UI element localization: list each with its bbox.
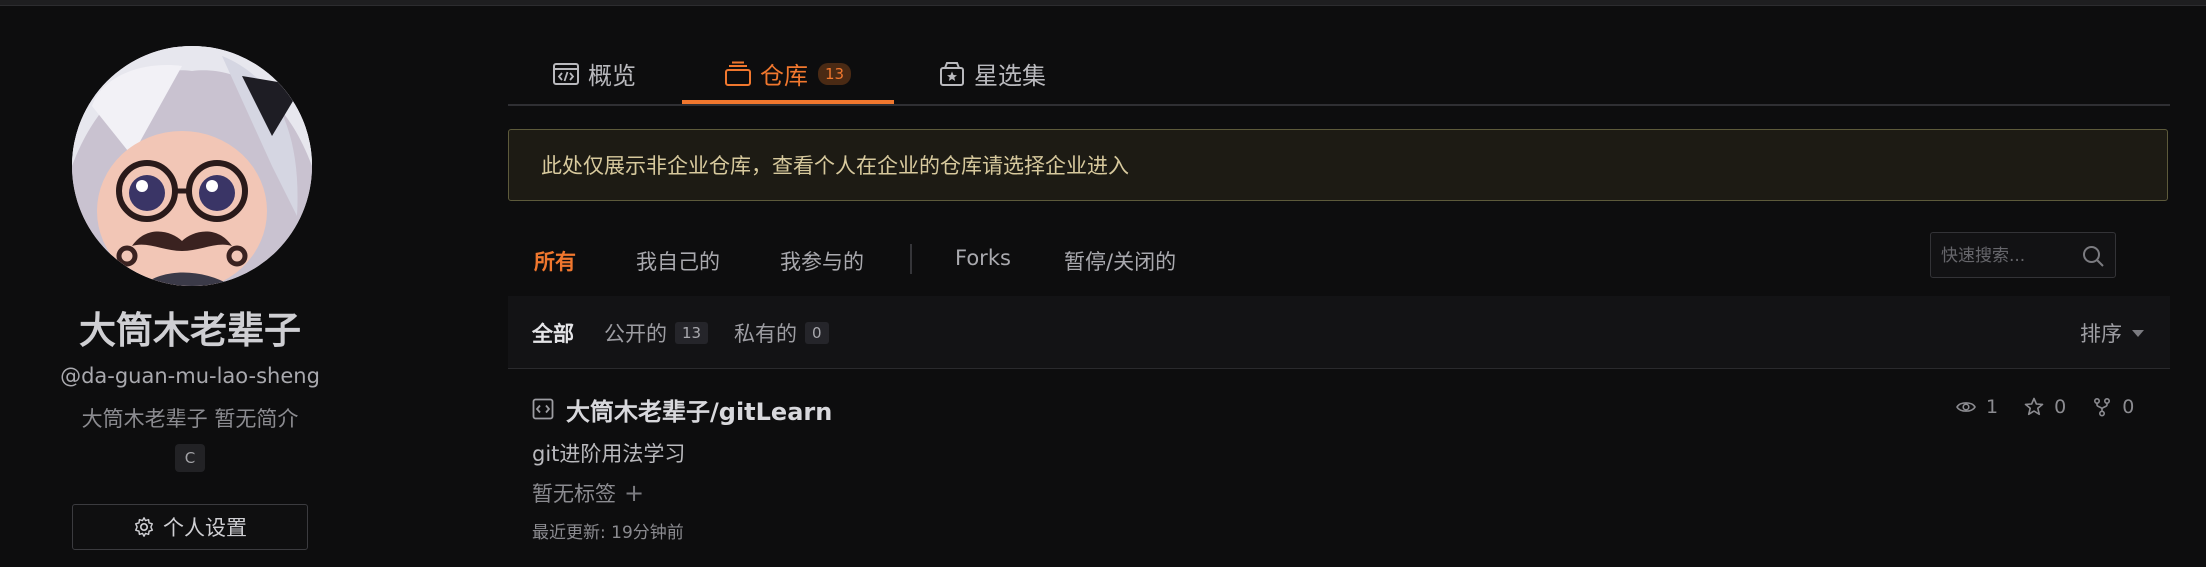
repo-code-icon <box>532 398 554 420</box>
user-handle: @da-guan-mu-lao-sheng <box>60 364 320 388</box>
visibility-all[interactable]: 全部 <box>532 318 574 348</box>
watchers-count: 1 <box>1986 396 1999 418</box>
fork-icon <box>2094 397 2111 417</box>
forks-stat[interactable]: 0 <box>2092 396 2134 418</box>
star-icon <box>2024 397 2044 416</box>
repo-list-item: 大筒木老辈子/gitLearn git进阶用法学习 暂无标签 + 最近更新: 1… <box>508 368 2170 567</box>
stars-stat[interactable]: 0 <box>2024 396 2066 418</box>
visibility-private[interactable]: 私有的 0 <box>734 318 829 348</box>
repo-filter-bar: 所有 我自己的 我参与的 Forks 暂停/关闭的 <box>508 232 2170 297</box>
visibility-public-label: 公开的 <box>604 322 667 346</box>
language-badge[interactable]: C <box>175 444 205 472</box>
eye-icon <box>1956 402 1976 412</box>
quick-search-input[interactable] <box>1931 233 2093 279</box>
filter-divider <box>910 244 912 274</box>
public-count-badge: 13 <box>675 322 709 344</box>
repo-description: git进阶用法学习 <box>532 442 686 466</box>
private-count-badge: 0 <box>805 322 829 344</box>
repo-tags: 暂无标签 + <box>532 478 644 508</box>
tab-starred-collections[interactable]: 星选集 <box>938 56 1046 91</box>
user-bio: 大筒木老辈子 暂无简介 <box>81 407 299 431</box>
filter-all[interactable]: 所有 <box>534 246 576 276</box>
search-icon[interactable] <box>2081 244 2105 268</box>
filter-participated[interactable]: 我参与的 <box>780 246 864 276</box>
profile-tabs: 概览 仓库 13 星选集 <box>508 40 2170 106</box>
repo-stack-icon <box>725 61 751 86</box>
top-divider <box>0 0 2206 6</box>
quick-search-box <box>1930 232 2116 279</box>
filter-forks[interactable]: Forks <box>955 246 1011 270</box>
sort-label: 排序 <box>2080 322 2122 346</box>
personal-settings-button[interactable]: 个人设置 <box>72 504 308 550</box>
add-tag-icon[interactable]: + <box>624 479 644 507</box>
visibility-filter-bar: 全部 公开的 13 私有的 0 排序 <box>508 296 2170 369</box>
enterprise-notice: 此处仅展示非企业仓库，查看个人在企业的仓库请选择企业进入 <box>508 129 2168 201</box>
enterprise-notice-text: 此处仅展示非企业仓库，查看个人在企业的仓库请选择企业进入 <box>541 154 1129 178</box>
code-window-icon <box>553 62 579 85</box>
star-box-icon <box>940 61 964 86</box>
visibility-public[interactable]: 公开的 13 <box>604 318 709 348</box>
filter-paused-closed[interactable]: 暂停/关闭的 <box>1064 246 1176 276</box>
repo-last-updated: 最近更新: 19分钟前 <box>532 523 684 543</box>
user-display-name: 大筒木老辈子 <box>79 309 301 352</box>
repo-tags-empty-text: 暂无标签 <box>532 482 616 506</box>
gear-icon <box>135 517 153 537</box>
stars-count: 0 <box>2054 396 2067 418</box>
chevron-down-icon <box>2132 329 2144 337</box>
forks-count: 0 <box>2122 396 2135 418</box>
repo-stats: 1 0 0 <box>1956 396 2134 418</box>
avatar-image <box>72 46 312 286</box>
tab-repositories[interactable]: 仓库 13 <box>724 56 852 91</box>
watchers-stat[interactable]: 1 <box>1956 396 1998 418</box>
tab-overview-label: 概览 <box>588 62 636 90</box>
visibility-all-label: 全部 <box>532 322 574 346</box>
visibility-private-label: 私有的 <box>734 322 797 346</box>
active-tab-indicator <box>682 100 894 104</box>
tab-repositories-label: 仓库 <box>760 62 808 90</box>
filter-mine[interactable]: 我自己的 <box>636 246 720 276</box>
tab-overview[interactable]: 概览 <box>552 56 636 91</box>
tab-starred-label: 星选集 <box>974 62 1046 90</box>
repo-count-badge: 13 <box>818 62 852 85</box>
personal-settings-label: 个人设置 <box>163 516 247 540</box>
repo-title-link[interactable]: 大筒木老辈子/gitLearn <box>566 392 832 427</box>
avatar[interactable] <box>72 46 312 286</box>
sort-dropdown[interactable]: 排序 <box>2080 318 2144 348</box>
